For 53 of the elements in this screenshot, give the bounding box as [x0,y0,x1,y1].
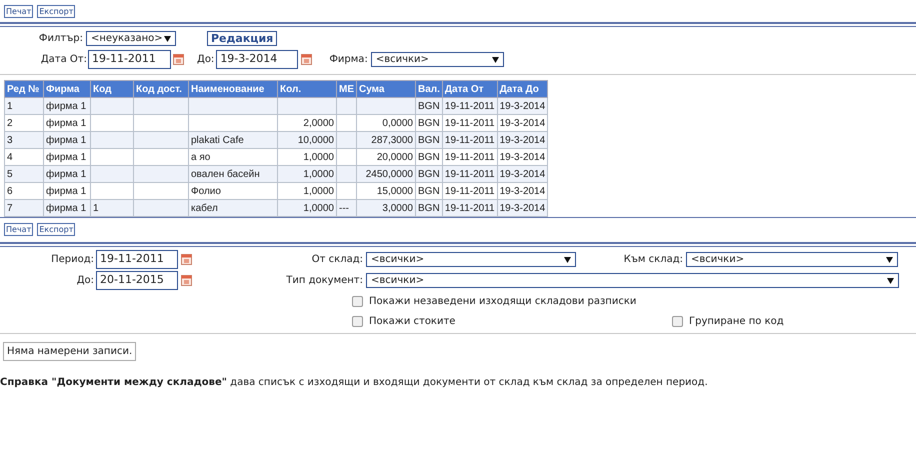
toolbar-button[interactable]: Експорт [37,223,76,236]
firm-select[interactable]: <всички> [370,52,504,67]
date-field[interactable]: 19-3-2014 [216,50,298,69]
table-cell: --- [336,200,356,216]
date-field[interactable]: 20-11-2015 [96,271,178,290]
store-select[interactable]: <всички> [686,252,898,267]
calendar-icon[interactable] [181,254,192,265]
checkbox-label: Покажи стоките [369,315,456,329]
status-message: Няма намерени записи. [3,342,136,361]
table-cell: 1 [90,200,134,216]
field-label: Фирма: [329,53,369,67]
table-cell: кабел [188,200,278,216]
field-label: До: [197,53,216,67]
edit-button[interactable]: Редакция [207,31,278,46]
table-cell: BGN [416,200,442,216]
field-label: Филтър: [38,32,84,46]
dropdown-caret-icon [492,56,499,62]
toolbar-button[interactable]: Печат [4,223,34,236]
checkbox-label: Покажи незаведени изходящи складови разписки [369,295,636,309]
field-label: До: [76,274,95,288]
field-label: Период: [50,253,95,267]
calendar-icon[interactable] [181,275,192,286]
field-label: От склад: [310,253,364,267]
field-label: Към склад: [622,253,684,267]
checkbox[interactable] [352,316,363,327]
dropdown-caret-icon [886,256,893,262]
date-field[interactable]: 19-11-2011 [96,250,178,269]
date-field[interactable]: 19-11-2011 [88,50,171,69]
calendar-icon[interactable] [173,54,184,65]
table-cell: фирма 1 [44,200,90,216]
field-label: Дата От: [40,53,88,67]
dropdown-caret-icon [887,278,894,284]
column-header: Наименование [188,80,278,98]
checkbox[interactable] [352,296,363,307]
calendar-icon[interactable] [301,54,312,65]
checkbox[interactable] [672,316,683,327]
table-cell [134,200,188,216]
checkbox-label: Групиране по код [689,315,784,329]
dropdown-caret-icon [564,256,571,262]
table-cell: 7 [4,200,44,216]
table-cell: 19-11-2011 [442,200,498,216]
column-header: Ред № [4,80,44,98]
field-label: Тип документ: [285,274,364,288]
store-select[interactable]: <всички> [366,252,576,267]
filter-select[interactable]: <неуказано> [86,31,176,46]
report-description: Справка "Документи между складове" дава списък с изходящи и входящи документи от склад към склад за определен период. [0,376,709,390]
toolbar-button[interactable]: Печат [4,5,34,18]
table-cell: 19-3-2014 [497,200,548,216]
dropdown-caret-icon [164,36,171,42]
table-cell: 1,0000 [278,200,336,216]
table-cell: 3,0000 [356,200,416,216]
toolbar-button[interactable]: Експорт [37,5,76,18]
document-type-select[interactable]: <всички> [366,273,899,288]
